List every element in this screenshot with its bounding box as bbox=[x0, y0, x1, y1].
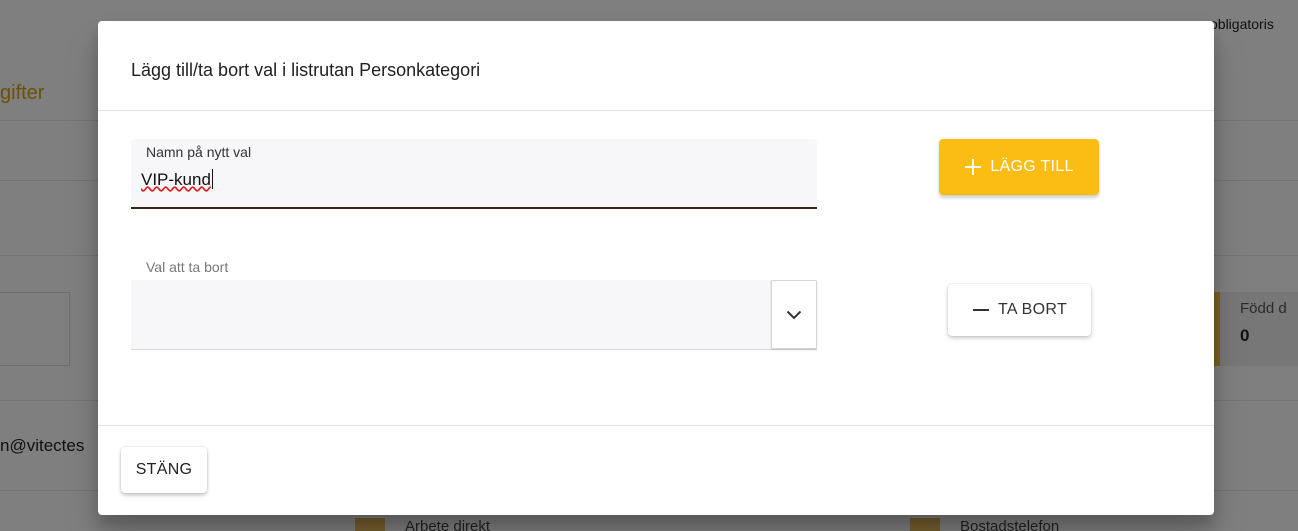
add-option-button[interactable]: LÄGG TILL bbox=[939, 139, 1099, 195]
new-value-input[interactable]: VIP-kund bbox=[141, 169, 213, 190]
remove-value-label: Val att ta bort bbox=[146, 259, 229, 275]
new-value-label: Namn på nytt val bbox=[146, 144, 252, 160]
dialog-title: Lägg till/ta bort val i listrutan Person… bbox=[131, 60, 481, 80]
text-caret bbox=[211, 169, 213, 189]
remove-option-label: TA BORT bbox=[997, 301, 1068, 318]
edit-options-dialog: Lägg till/ta bort val i listrutan Person… bbox=[98, 21, 1214, 515]
minus-icon bbox=[972, 301, 990, 319]
new-value-field[interactable]: Namn på nytt val VIP-kund bbox=[131, 139, 817, 209]
close-button[interactable]: STÄNG bbox=[121, 447, 207, 493]
add-option-label: LÄGG TILL bbox=[990, 158, 1074, 175]
chevron-down-icon bbox=[786, 310, 802, 319]
close-button-label: STÄNG bbox=[135, 461, 193, 478]
dialog-footer-divider bbox=[98, 425, 1214, 426]
remove-value-select[interactable] bbox=[131, 280, 817, 350]
plus-icon bbox=[964, 158, 982, 176]
dropdown-toggle-button[interactable] bbox=[771, 280, 817, 349]
remove-option-button[interactable]: TA BORT bbox=[948, 284, 1091, 336]
dialog-header-divider bbox=[98, 110, 1214, 111]
